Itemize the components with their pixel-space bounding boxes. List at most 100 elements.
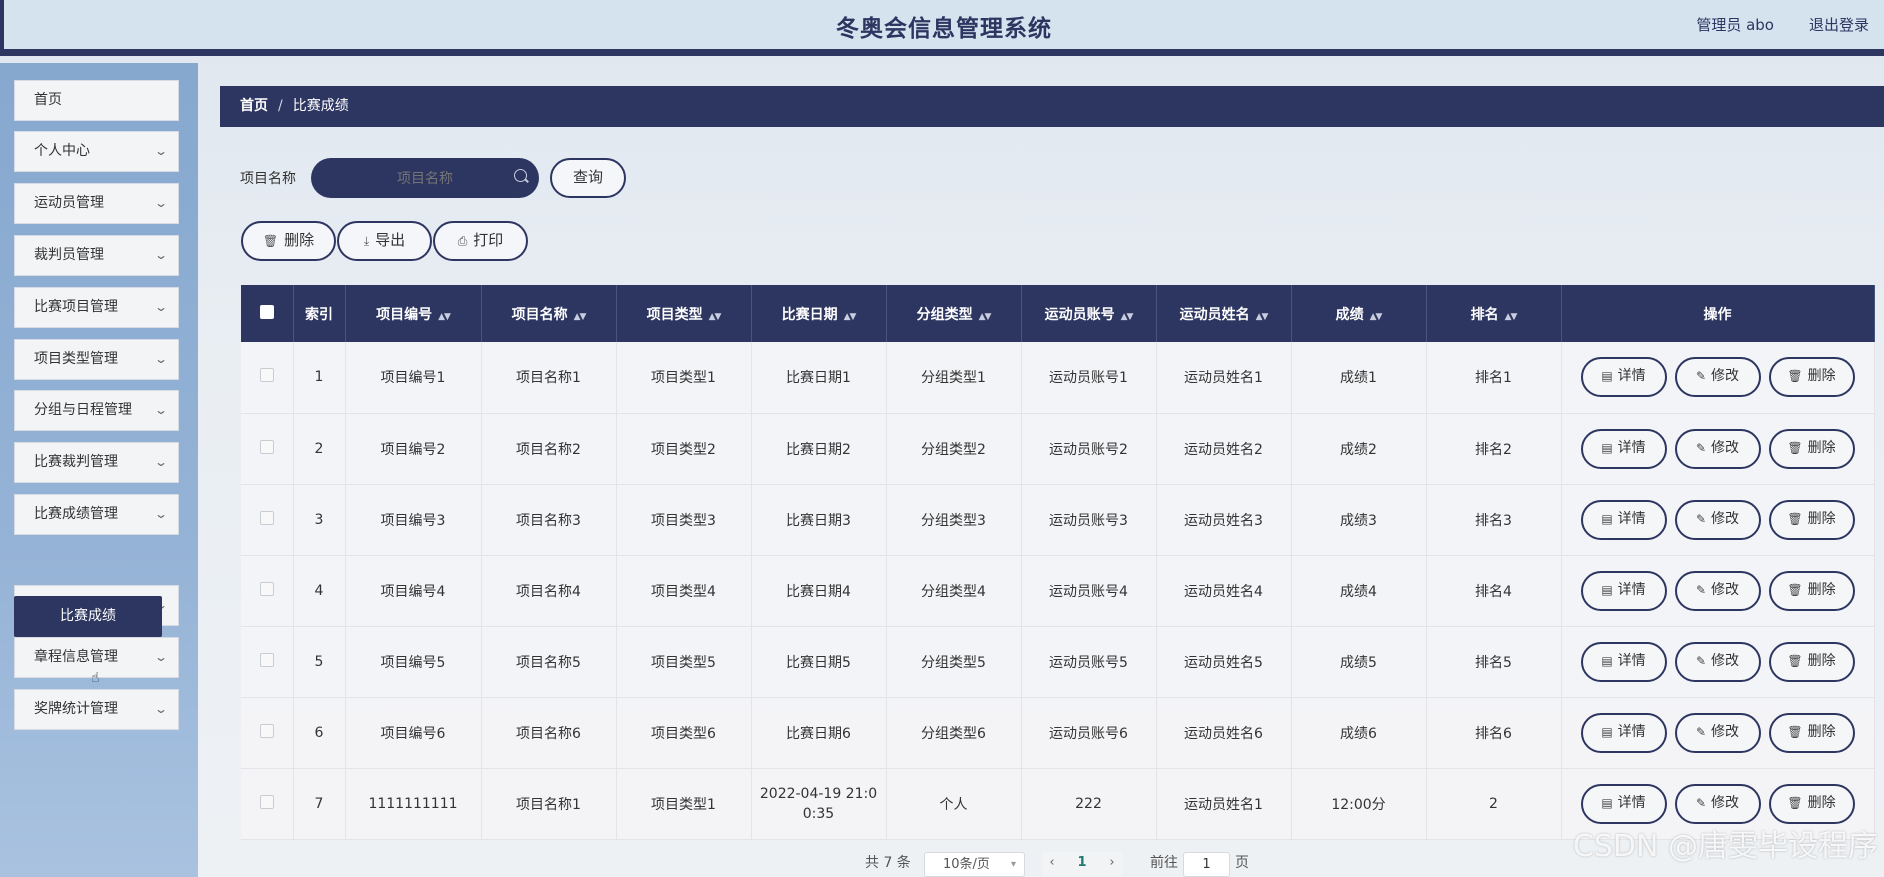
detail-button[interactable]: ▤ 详情	[1580, 357, 1667, 398]
row-checkbox[interactable]	[259, 794, 274, 809]
goto-page-input[interactable]: 1	[1183, 852, 1230, 877]
table-cell: 排名4	[1426, 555, 1562, 627]
row-checkbox[interactable]	[259, 510, 274, 525]
column-header[interactable]: 排名 ▲▼	[1426, 285, 1562, 342]
delete-button[interactable]: 🗑 删除	[1768, 783, 1855, 824]
trash-icon: 🗑	[1787, 511, 1803, 526]
detail-button[interactable]: ▤ 详情	[1580, 428, 1667, 469]
sort-icon[interactable]: ▲▼	[1256, 312, 1269, 322]
row-select-cell	[241, 626, 294, 698]
detail-button[interactable]: ▤ 详情	[1580, 570, 1667, 611]
sort-icon[interactable]: ▲▼	[979, 312, 992, 322]
sidebar-item[interactable]: 运动员管理 ⌄	[14, 183, 179, 224]
sidebar-item[interactable]: 首页	[14, 80, 179, 121]
table-cell: 比赛日期2	[751, 413, 887, 485]
delete-button[interactable]: 🗑 删除	[1768, 570, 1855, 611]
table-cell: 运动员账号3	[1021, 484, 1157, 556]
row-checkbox[interactable]	[259, 723, 274, 738]
document-icon: ▤	[1601, 369, 1613, 384]
column-header-label: 运动员姓名	[1179, 306, 1250, 323]
table-cell: 项目类型5	[616, 626, 752, 698]
delete-button[interactable]: 🗑 删除	[1768, 499, 1855, 540]
column-header[interactable]: 项目编号 ▲▼	[345, 285, 482, 342]
query-button[interactable]: 查询	[550, 158, 626, 198]
edit-button[interactable]: ✎ 修改	[1674, 499, 1761, 540]
row-checkbox[interactable]	[259, 439, 274, 454]
detail-button[interactable]: ▤ 详情	[1580, 783, 1667, 824]
table-cell: 排名5	[1426, 626, 1562, 698]
delete-button-label: 删除	[1807, 368, 1836, 385]
edit-button-label: 修改	[1711, 368, 1740, 385]
column-header[interactable]: 运动员姓名 ▲▼	[1156, 285, 1292, 342]
column-header[interactable]: 项目类型 ▲▼	[616, 285, 752, 342]
sort-icon[interactable]: ▲▼	[438, 312, 451, 322]
row-checkbox[interactable]	[259, 652, 274, 667]
sort-icon[interactable]: ▲▼	[1121, 312, 1134, 322]
bulk-delete-button[interactable]: 🗑 删除	[241, 221, 336, 261]
column-header[interactable]: 比赛日期 ▲▼	[751, 285, 887, 342]
detail-button[interactable]: ▤ 详情	[1580, 712, 1667, 753]
edit-button[interactable]: ✎ 修改	[1674, 712, 1761, 753]
logout-link[interactable]: 退出登录	[1809, 14, 1869, 35]
trash-icon: 🗑	[1787, 369, 1803, 384]
export-button[interactable]: ⤓ 导出	[337, 221, 432, 261]
table-cell: 比赛日期5	[751, 626, 887, 698]
print-button[interactable]: ⎙ 打印	[433, 221, 528, 261]
sidebar-item[interactable]: 奖牌统计管理 ⌄	[14, 689, 179, 730]
row-checkbox[interactable]	[259, 368, 274, 383]
sort-icon[interactable]: ▲▼	[1370, 312, 1383, 322]
detail-button[interactable]: ▤ 详情	[1580, 641, 1667, 682]
search-input[interactable]	[311, 158, 539, 198]
table-cell: 比赛日期3	[751, 484, 887, 556]
delete-button[interactable]: 🗑 删除	[1768, 428, 1855, 469]
page-size-select[interactable]: 10条/页 ▾	[924, 852, 1025, 877]
column-header[interactable]: 项目名称 ▲▼	[481, 285, 617, 342]
next-page-button[interactable]: ›	[1102, 852, 1122, 876]
delete-button[interactable]: 🗑 删除	[1768, 641, 1855, 682]
top-header: 冬奥会信息管理系统 管理员 abo 退出登录	[0, 0, 1884, 56]
breadcrumb-current: 比赛成绩	[292, 98, 349, 114]
chevron-down-icon: ⌄	[153, 248, 169, 262]
sidebar-item-label: 奖牌统计管理	[34, 701, 118, 717]
sort-icon[interactable]: ▲▼	[574, 312, 587, 322]
edit-button[interactable]: ✎ 修改	[1674, 570, 1761, 611]
table-cell: 项目名称4	[481, 555, 617, 627]
column-header-label: 运动员账号	[1044, 306, 1115, 323]
column-header[interactable]: 成绩 ▲▼	[1291, 285, 1427, 342]
sidebar-item[interactable]: 比赛项目管理 ⌄	[14, 287, 179, 328]
detail-button-label: 详情	[1617, 794, 1646, 811]
document-icon: ▤	[1601, 653, 1613, 668]
edit-button[interactable]: ✎ 修改	[1674, 428, 1761, 469]
sort-icon[interactable]: ▲▼	[1505, 312, 1518, 322]
select-all-checkbox[interactable]	[259, 304, 274, 319]
edit-button[interactable]: ✎ 修改	[1674, 641, 1761, 682]
row-checkbox[interactable]	[259, 581, 274, 596]
edit-button[interactable]: ✎ 修改	[1674, 357, 1761, 398]
download-icon: ⤓	[363, 234, 370, 248]
sidebar-item[interactable]: 项目类型管理 ⌄	[14, 339, 179, 380]
sidebar-item[interactable]: 分组与日程管理 ⌄	[14, 390, 179, 431]
delete-button[interactable]: 🗑 删除	[1768, 357, 1855, 398]
sidebar-item[interactable]: 比赛裁判管理 ⌄	[14, 442, 179, 483]
trash-icon: 🗑	[262, 234, 279, 248]
table-cell: 运动员账号4	[1021, 555, 1157, 627]
table-cell: 分组类型1	[886, 342, 1022, 414]
sort-icon[interactable]: ▲▼	[709, 312, 722, 322]
submenu-item-match-results[interactable]: 比赛成绩	[14, 596, 162, 637]
column-header[interactable]: 运动员账号 ▲▼	[1021, 285, 1157, 342]
delete-button[interactable]: 🗑 删除	[1768, 712, 1855, 753]
edit-button[interactable]: ✎ 修改	[1674, 783, 1761, 824]
breadcrumb-home[interactable]: 首页	[240, 98, 268, 114]
sidebar-item[interactable]: 裁判员管理 ⌄	[14, 235, 179, 276]
sidebar-item[interactable]: 个人中心 ⌄	[14, 131, 179, 172]
column-header[interactable]: 分组类型 ▲▼	[886, 285, 1022, 342]
chevron-down-icon: ⌄	[153, 455, 169, 469]
edit-button-label: 修改	[1711, 581, 1740, 598]
sort-icon[interactable]: ▲▼	[844, 312, 857, 322]
current-page[interactable]: 1	[1062, 852, 1102, 876]
chevron-down-icon: ⌄	[153, 507, 169, 521]
detail-button[interactable]: ▤ 详情	[1580, 499, 1667, 540]
sidebar-item[interactable]: 比赛成绩管理 ⌄	[14, 494, 179, 535]
table-cell: 项目类型2	[616, 413, 752, 485]
prev-page-button[interactable]: ‹	[1042, 852, 1062, 876]
